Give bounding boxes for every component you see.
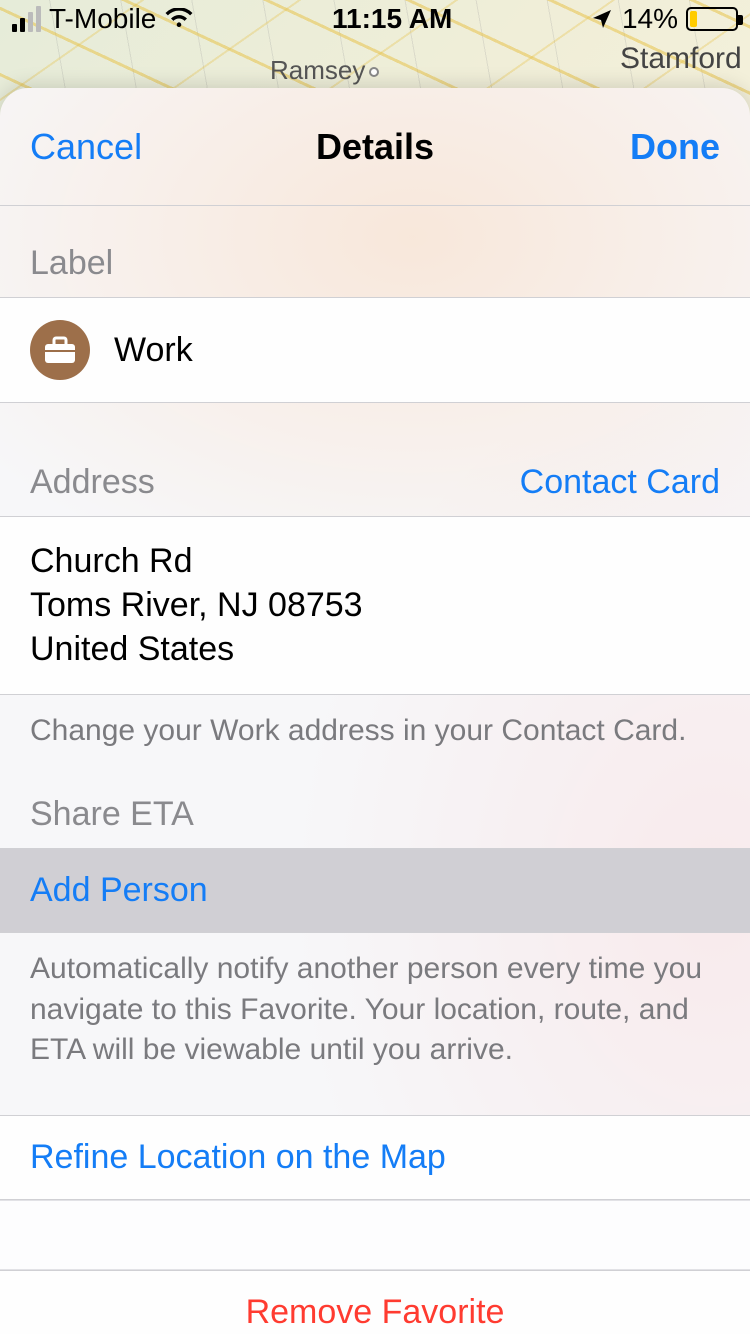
- share-eta-note: Automatically notify another person ever…: [0, 933, 750, 1071]
- contact-card-link[interactable]: Contact Card: [520, 463, 720, 502]
- location-arrow-icon: [590, 7, 614, 31]
- battery-icon: [686, 7, 738, 31]
- label-row-work[interactable]: Work: [0, 297, 750, 403]
- status-time: 11:15 AM: [332, 3, 452, 35]
- address-line3: United States: [30, 627, 363, 671]
- wifi-icon: [164, 8, 194, 30]
- battery-percent: 14%: [622, 3, 678, 35]
- label-value: Work: [114, 331, 193, 370]
- refine-location-button[interactable]: Refine Location on the Map: [0, 1115, 750, 1200]
- map-label-ramsey: Ramsey: [270, 55, 379, 86]
- sheet-title: Details: [316, 126, 434, 168]
- spacer-row: [0, 1200, 750, 1270]
- details-sheet: Cancel Details Done Label Work Address C…: [0, 88, 750, 1334]
- status-bar: T-Mobile 11:15 AM 14%: [0, 0, 750, 38]
- map-label-stamford: Stamford: [620, 42, 742, 76]
- remove-favorite-button[interactable]: Remove Favorite: [0, 1270, 750, 1334]
- sheet-nav-bar: Cancel Details Done: [0, 88, 750, 206]
- address-note: Change your Work address in your Contact…: [0, 695, 750, 752]
- address-cell[interactable]: Church Rd Toms River, NJ 08753 United St…: [0, 516, 750, 695]
- cancel-button[interactable]: Cancel: [30, 88, 142, 205]
- briefcase-icon: [30, 320, 90, 380]
- address-line2: Toms River, NJ 08753: [30, 583, 363, 627]
- add-person-button[interactable]: Add Person: [0, 848, 750, 933]
- cell-signal-icon: [12, 6, 41, 32]
- share-eta-header: Share ETA: [0, 751, 750, 848]
- address-line1: Church Rd: [30, 539, 363, 583]
- label-section-header: Label: [0, 206, 750, 297]
- done-button[interactable]: Done: [630, 88, 720, 205]
- address-section-header: Address Contact Card: [0, 403, 750, 516]
- carrier-label: T-Mobile: [49, 3, 156, 35]
